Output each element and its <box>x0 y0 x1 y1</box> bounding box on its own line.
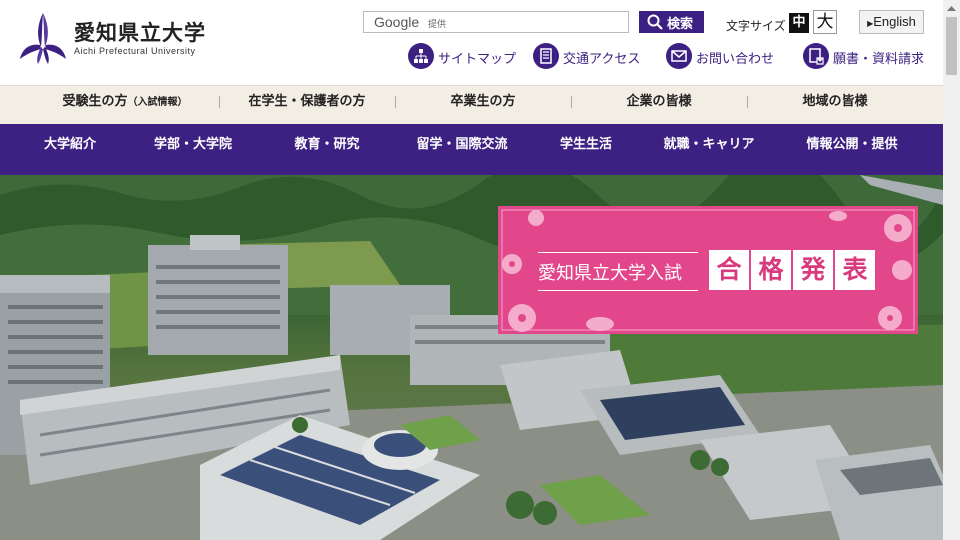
vertical-scrollbar[interactable] <box>943 0 960 540</box>
university-logo[interactable]: 愛知県立大学 Aichi Prefectural University <box>18 9 218 65</box>
font-size-large-button[interactable]: 大 <box>813 10 837 34</box>
audience-item-students-parents[interactable]: 在学生・保護者の方 <box>219 86 395 125</box>
font-size-label: 文字サイズ <box>726 19 786 33</box>
english-link-label: English <box>873 14 916 29</box>
sitemap-link-label: サイトマップ <box>438 52 517 67</box>
search-provided-label: 提供 <box>428 20 447 30</box>
search-brand-label: Google <box>374 14 420 30</box>
audience-item-community[interactable]: 地域の皆様 <box>747 86 923 125</box>
banner-char: 合 <box>709 250 749 290</box>
search-input[interactable]: Google 提供 <box>363 11 629 33</box>
audience-nav: 受験生の方（入試情報） 在学生・保護者の方 卒業生の方 企業の皆様 地域の皆様 <box>0 85 943 124</box>
english-link[interactable]: ▶English <box>859 10 924 34</box>
access-link-label: 交通アクセス <box>563 52 641 67</box>
main-nav: 大学紹介 学部・大学院 教育・研究 留学・国際交流 学生生活 就職・キャリア 情… <box>0 124 943 175</box>
banner-char: 格 <box>751 250 791 290</box>
divider <box>538 252 698 253</box>
nav-item-about[interactable]: 大学紹介 <box>10 124 130 175</box>
audience-item-applicants[interactable]: 受験生の方（入試情報） <box>20 86 230 125</box>
audience-item-label: 企業の皆様 <box>626 94 692 109</box>
audience-item-label: 在学生・保護者の方 <box>248 94 366 109</box>
divider <box>538 290 698 291</box>
logo-japanese-name: 愛知県立大学 <box>74 21 206 45</box>
admission-results-banner[interactable]: 愛知県立大学入試 合 格 発 表 <box>498 206 918 334</box>
search-button-label: 検索 <box>667 17 694 32</box>
audience-item-companies[interactable]: 企業の皆様 <box>571 86 747 125</box>
sitemap-icon <box>408 43 434 69</box>
sitemap-link[interactable]: サイトマップ <box>408 43 517 70</box>
nav-item-career[interactable]: 就職・キャリア <box>640 124 778 175</box>
site-header: 愛知県立大学 Aichi Prefectural University Goog… <box>0 0 943 85</box>
access-link[interactable]: 交通アクセス <box>533 43 643 70</box>
nav-item-disclosure[interactable]: 情報公開・提供 <box>782 124 922 175</box>
audience-item-alumni[interactable]: 卒業生の方 <box>395 86 571 125</box>
nav-item-international[interactable]: 留学・国際交流 <box>392 124 532 175</box>
font-size-medium-button[interactable]: 中 <box>789 13 809 33</box>
audience-item-label: 地域の皆様 <box>802 94 868 109</box>
banner-char: 表 <box>835 250 875 290</box>
scrollbar-thumb[interactable] <box>946 17 957 75</box>
search-icon <box>647 14 663 30</box>
audience-item-label: 受験生の方 <box>62 94 128 109</box>
logo-english-name: Aichi Prefectural University <box>74 46 196 56</box>
mail-icon <box>666 43 692 69</box>
document-request-icon <box>803 43 829 69</box>
scroll-up-arrow-icon[interactable] <box>943 0 960 17</box>
contact-link-label: お問い合わせ <box>696 52 775 67</box>
application-request-link[interactable]: 願書・資料請求 <box>803 43 928 70</box>
building-icon <box>533 43 559 69</box>
contact-link[interactable]: お問い合わせ <box>666 43 781 70</box>
nav-item-student-life[interactable]: 学生生活 <box>532 124 640 175</box>
banner-char: 発 <box>793 250 833 290</box>
search-button[interactable]: 検索 <box>639 11 704 33</box>
audience-item-sub: （入試情報） <box>127 97 188 108</box>
nav-item-faculties[interactable]: 学部・大学院 <box>130 124 256 175</box>
nav-item-education-research[interactable]: 教育・研究 <box>262 124 392 175</box>
page: 愛知県立大学 Aichi Prefectural University Goog… <box>0 0 960 540</box>
iris-logo-icon <box>20 13 66 64</box>
audience-item-label: 卒業生の方 <box>450 94 516 109</box>
banner-title: 愛知県立大学入試 <box>538 263 682 284</box>
application-request-link-label: 願書・資料請求 <box>833 52 925 67</box>
